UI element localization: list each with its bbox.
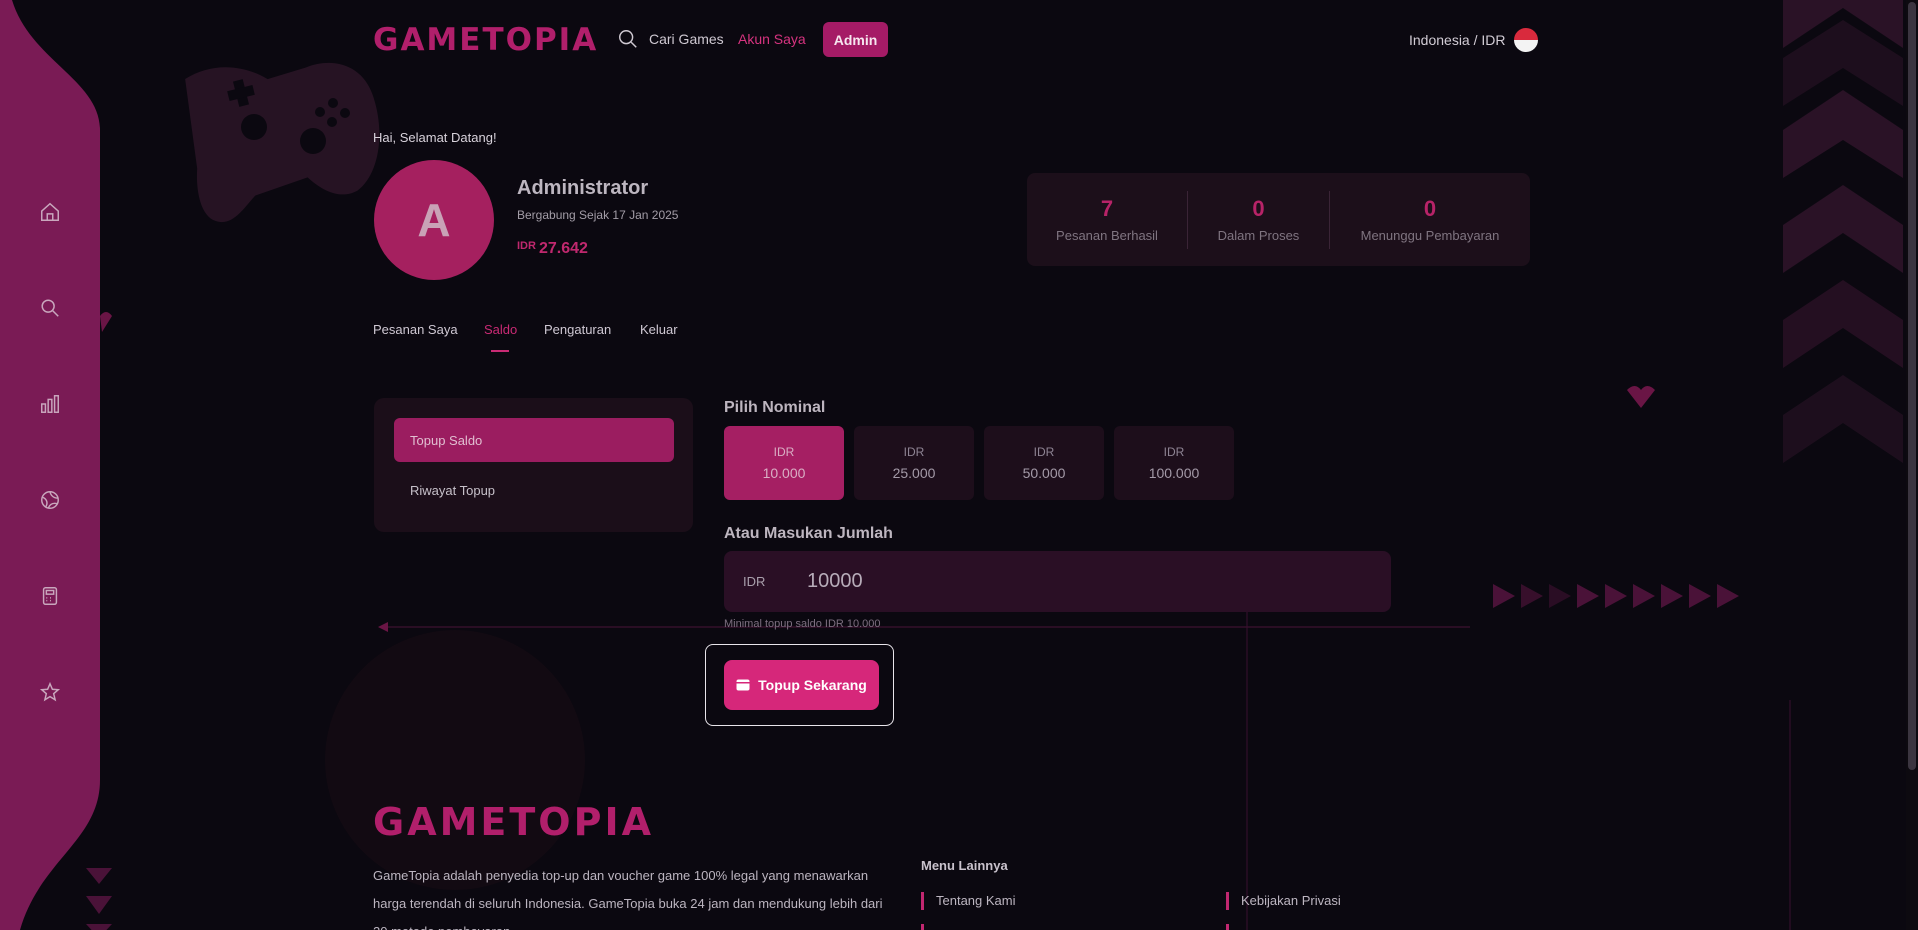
sidebar-background (0, 0, 100, 930)
tab-settings[interactable]: Pengaturan (544, 322, 611, 337)
scrollbar-thumb[interactable] (1908, 2, 1916, 770)
stat-value: 0 (1423, 196, 1437, 221)
nominal-currency: IDR (773, 445, 795, 459)
nominal-option[interactable]: IDR 25.000 (854, 426, 974, 500)
nominal-value: 100.000 (1148, 465, 1200, 481)
stat-value: 7 (1100, 196, 1114, 221)
stat-in-process: 0 Dalam Proses (1188, 191, 1329, 249)
star-icon[interactable] (36, 678, 64, 706)
search-games-link[interactable]: Cari Games (617, 28, 724, 50)
nominal-title: Pilih Nominal (724, 399, 826, 416)
search-icon (619, 30, 637, 48)
amount-hint: Minimal topup saldo IDR 10.000 (724, 618, 881, 630)
stat-label: Pesanan Berhasil (1056, 228, 1158, 243)
stat-label: Menunggu Pembayaran (1360, 228, 1500, 243)
tab-balance[interactable]: Saldo (484, 322, 517, 337)
menu-topup-balance[interactable]: Topup Saldo (394, 418, 674, 462)
amount-title: Atau Masukan Jumlah (724, 525, 893, 542)
joined-date: Bergabung Sejak 17 Jan 2025 (517, 208, 679, 222)
topup-now-button[interactable]: Topup Sekarang (724, 660, 879, 710)
nominal-currency: IDR (1163, 445, 1185, 459)
stat-awaiting-payment: 0 Menunggu Pembayaran (1330, 191, 1530, 249)
greeting-text: Hai, Selamat Datang! (373, 130, 497, 145)
tab-logout[interactable]: Keluar (640, 322, 678, 337)
nominal-value: 10.000 (762, 465, 806, 481)
order-stats: 7 Pesanan Berhasil 0 Dalam Proses 0 Menu… (1027, 173, 1530, 266)
amount-currency: IDR (743, 574, 766, 589)
stat-success: 7 Pesanan Berhasil (1027, 191, 1187, 249)
globe-icon[interactable] (36, 486, 64, 514)
balance-amount: 27.642 (538, 240, 588, 257)
balance-currency: IDR (517, 240, 536, 252)
stat-value: 0 (1252, 196, 1265, 221)
sidebar (0, 0, 100, 930)
footer-link-privacy[interactable]: Kebijakan Privasi (1226, 892, 1341, 910)
nominal-option[interactable]: IDR 10.000 (724, 426, 844, 500)
my-account-link[interactable]: Akun Saya (738, 31, 806, 47)
site-logo[interactable]: GAMETOPIA (373, 22, 598, 58)
nominal-option[interactable]: IDR 50.000 (984, 426, 1104, 500)
home-icon[interactable] (36, 198, 64, 226)
region-label: Indonesia / IDR (1409, 32, 1506, 48)
page: GAMETOPIA Cari Games Akun Saya Admin Ind… (0, 0, 1918, 930)
stat-label: Dalam Proses (1217, 228, 1300, 243)
search-games-label: Cari Games (649, 31, 724, 47)
region-selector[interactable]: Indonesia / IDR (1409, 28, 1538, 52)
profile-name: Administrator (517, 177, 649, 199)
indonesia-flag-icon (1513, 28, 1538, 52)
admin-button[interactable]: Admin (823, 22, 888, 57)
balance-menu: Topup Saldo Riwayat Topup (374, 398, 693, 532)
footer-link-about[interactable]: Tentang Kami (921, 892, 1016, 910)
topup-now-label: Topup Sekarang (758, 677, 867, 693)
nominal-value: 50.000 (1022, 465, 1066, 481)
amount-field: IDR (724, 551, 1391, 612)
nominal-currency: IDR (903, 445, 925, 459)
footer-description: GameTopia adalah penyedia top-up dan vou… (373, 868, 883, 930)
chart-icon[interactable] (36, 390, 64, 418)
menu-topup-history[interactable]: Riwayat Topup (394, 468, 674, 512)
footer-link-partial[interactable] (921, 924, 936, 930)
balance: IDR 27.642 (517, 240, 588, 258)
active-tab-indicator (491, 350, 509, 352)
calculator-icon[interactable] (36, 582, 64, 610)
nominal-currency: IDR (1033, 445, 1055, 459)
nominal-option[interactable]: IDR 100.000 (1114, 426, 1234, 500)
tab-my-orders[interactable]: Pesanan Saya (373, 322, 458, 337)
footer-logo[interactable]: GAMETOPIA (373, 800, 654, 844)
search-icon[interactable] (36, 294, 64, 322)
nominal-value: 25.000 (892, 465, 936, 481)
avatar: A (374, 160, 494, 280)
wallet-icon (736, 679, 750, 691)
amount-input[interactable] (807, 570, 1307, 593)
footer-menu-title: Menu Lainnya (921, 858, 1008, 873)
footer-link-partial[interactable] (1226, 924, 1241, 930)
